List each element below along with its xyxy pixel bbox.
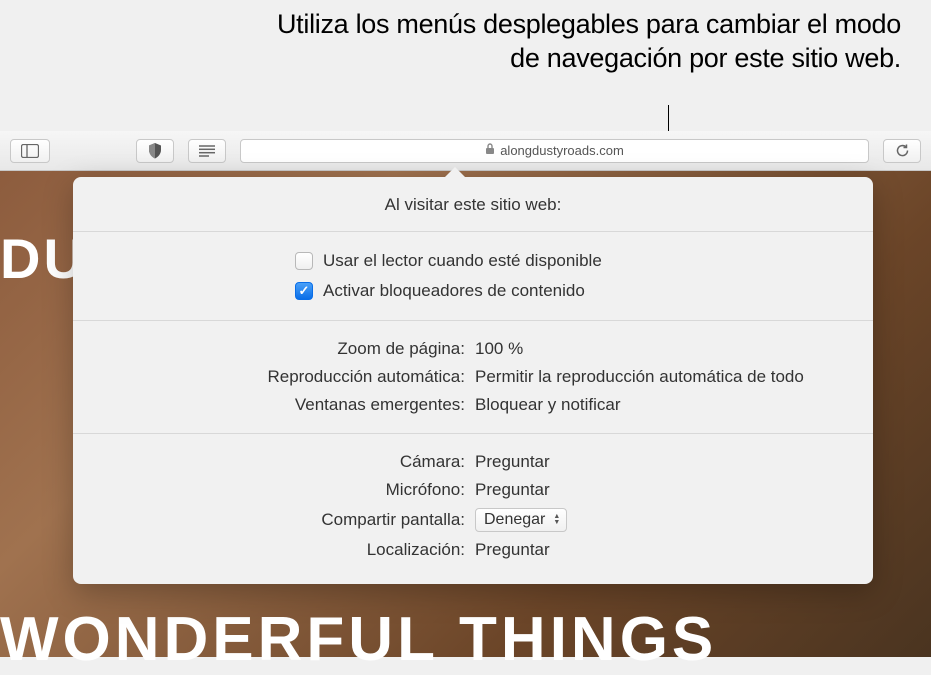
privacy-report-button[interactable]: [136, 139, 174, 163]
reader-checkbox[interactable]: [295, 252, 313, 270]
camera-label: Cámara:: [73, 452, 475, 472]
sidebar-icon: [21, 144, 39, 158]
screen-share-label: Compartir pantalla:: [73, 510, 475, 530]
popups-dropdown[interactable]: Bloquear y notificar: [475, 395, 621, 415]
reload-icon: [895, 143, 910, 158]
callout-annotation: Utiliza los menús desplegables para camb…: [251, 8, 901, 76]
content-blocker-checkbox[interactable]: ✓: [295, 282, 313, 300]
sidebar-toggle-button[interactable]: [10, 139, 50, 163]
reader-icon: [198, 145, 216, 157]
location-label: Localización:: [73, 540, 475, 560]
url-text: alongdustyroads.com: [500, 143, 624, 158]
autoplay-dropdown[interactable]: Permitir la reproducción automática de t…: [475, 367, 804, 387]
browser-toolbar: alongdustyroads.com: [0, 131, 931, 171]
address-bar[interactable]: alongdustyroads.com: [240, 139, 869, 163]
camera-dropdown[interactable]: Preguntar: [475, 452, 550, 472]
background-text-bottom: WONDERFUL THINGS: [0, 604, 717, 675]
autoplay-label: Reproducción automática:: [73, 367, 475, 387]
reader-button[interactable]: [188, 139, 226, 163]
website-settings-popover: Al visitar este sitio web: Usar el lecto…: [73, 177, 873, 584]
chevron-up-down-icon: ▲▼: [553, 514, 560, 526]
shield-icon: [148, 143, 162, 159]
location-dropdown[interactable]: Preguntar: [475, 540, 550, 560]
content-blocker-checkbox-label: Activar bloqueadores de contenido: [323, 281, 585, 301]
screen-share-dropdown[interactable]: Denegar ▲▼: [475, 508, 567, 532]
reload-button[interactable]: [883, 139, 921, 163]
microphone-label: Micrófono:: [73, 480, 475, 500]
microphone-dropdown[interactable]: Preguntar: [475, 480, 550, 500]
browser-window: DU WONDERFUL THINGS: [0, 131, 931, 657]
zoom-dropdown[interactable]: 100 %: [475, 339, 523, 359]
popups-label: Ventanas emergentes:: [73, 395, 475, 415]
lock-icon: [485, 143, 495, 158]
popover-title: Al visitar este sitio web:: [73, 177, 873, 231]
screen-share-value: Denegar: [484, 511, 545, 529]
reader-checkbox-label: Usar el lector cuando esté disponible: [323, 251, 602, 271]
zoom-label: Zoom de página:: [73, 339, 475, 359]
